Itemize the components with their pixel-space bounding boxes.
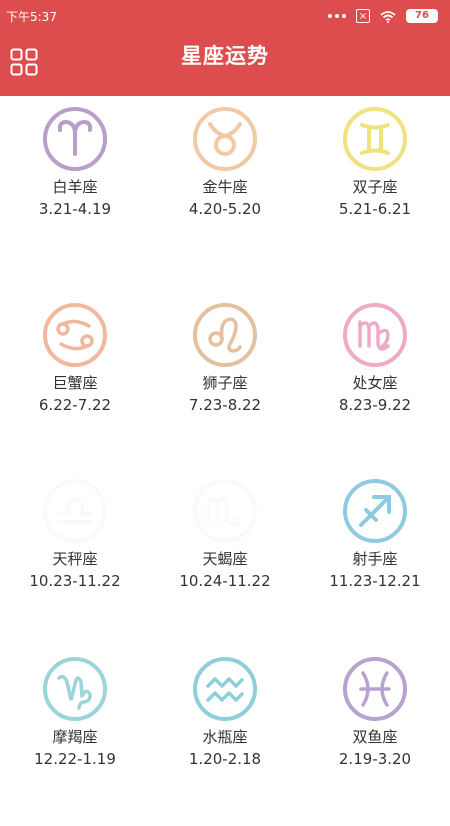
- wifi-icon: [380, 10, 396, 23]
- zodiac-item-aries[interactable]: 白羊座 3.21-4.19: [0, 106, 150, 276]
- zodiac-dates: 11.23-12.21: [329, 572, 421, 590]
- zodiac-name: 射手座: [352, 550, 398, 568]
- zodiac-name: 天秤座: [52, 550, 98, 568]
- zodiac-item-scorpio[interactable]: 天蝎座 10.24-11.22: [150, 478, 300, 648]
- status-bar: 下午5:37 × 76: [0, 0, 450, 32]
- no-sim-icon: ×: [356, 9, 370, 23]
- zodiac-name: 双鱼座: [352, 728, 398, 746]
- gemini-icon: [343, 107, 407, 171]
- zodiac-name: 狮子座: [202, 374, 248, 392]
- zodiac-item-taurus[interactable]: 金牛座 4.20-5.20: [150, 106, 300, 276]
- zodiac-dates: 10.24-11.22: [179, 572, 271, 590]
- zodiac-dates: 4.20-5.20: [188, 200, 262, 218]
- aquarius-icon: [193, 657, 257, 721]
- scorpio-icon: [193, 479, 257, 543]
- leo-icon: [193, 303, 257, 367]
- aries-icon: [43, 107, 107, 171]
- zodiac-dates: 3.21-4.19: [38, 200, 112, 218]
- zodiac-dates: 8.23-9.22: [338, 396, 412, 414]
- virgo-icon: [343, 303, 407, 367]
- page-title: 星座运势: [181, 44, 269, 68]
- battery-indicator: 76: [406, 9, 438, 23]
- zodiac-dates: 10.23-11.22: [29, 572, 121, 590]
- taurus-icon: [193, 107, 257, 171]
- zodiac-name: 双子座: [352, 178, 398, 196]
- zodiac-name: 巨蟹座: [52, 374, 98, 392]
- zodiac-item-capricorn[interactable]: 摩羯座 12.22-1.19: [0, 656, 150, 826]
- zodiac-dates: 7.23-8.22: [188, 396, 262, 414]
- libra-icon: [43, 479, 107, 543]
- zodiac-item-pisces[interactable]: 双鱼座 2.19-3.20: [300, 656, 450, 826]
- zodiac-dates: 2.19-3.20: [338, 750, 412, 768]
- zodiac-dates: 1.20-2.18: [188, 750, 262, 768]
- status-time: 下午5:37: [6, 9, 57, 24]
- zodiac-name: 处女座: [352, 374, 398, 392]
- zodiac-item-libra[interactable]: 天秤座 10.23-11.22: [0, 478, 150, 648]
- zodiac-dates: 5.21-6.21: [338, 200, 412, 218]
- zodiac-dates: 12.22-1.19: [34, 750, 116, 768]
- zodiac-name: 金牛座: [202, 178, 248, 196]
- app-header: 下午5:37 × 76 星座运势: [0, 0, 450, 96]
- pisces-icon: [343, 657, 407, 721]
- zodiac-item-sagittarius[interactable]: 射手座 11.23-12.21: [300, 478, 450, 648]
- zodiac-item-leo[interactable]: 狮子座 7.23-8.22: [150, 302, 300, 472]
- zodiac-name: 天蝎座: [202, 550, 248, 568]
- zodiac-name: 白羊座: [52, 178, 98, 196]
- zodiac-item-gemini[interactable]: 双子座 5.21-6.21: [300, 106, 450, 276]
- zodiac-item-virgo[interactable]: 处女座 8.23-9.22: [300, 302, 450, 472]
- sagittarius-icon: [343, 479, 407, 543]
- zodiac-item-cancer[interactable]: 巨蟹座 6.22-7.22: [0, 302, 150, 472]
- cancer-icon: [43, 303, 107, 367]
- zodiac-item-aquarius[interactable]: 水瓶座 1.20-2.18: [150, 656, 300, 826]
- capricorn-icon: [43, 657, 107, 721]
- zodiac-dates: 6.22-7.22: [38, 396, 112, 414]
- zodiac-name: 水瓶座: [202, 728, 248, 746]
- more-dots-icon: [328, 14, 346, 18]
- zodiac-name: 摩羯座: [52, 728, 98, 746]
